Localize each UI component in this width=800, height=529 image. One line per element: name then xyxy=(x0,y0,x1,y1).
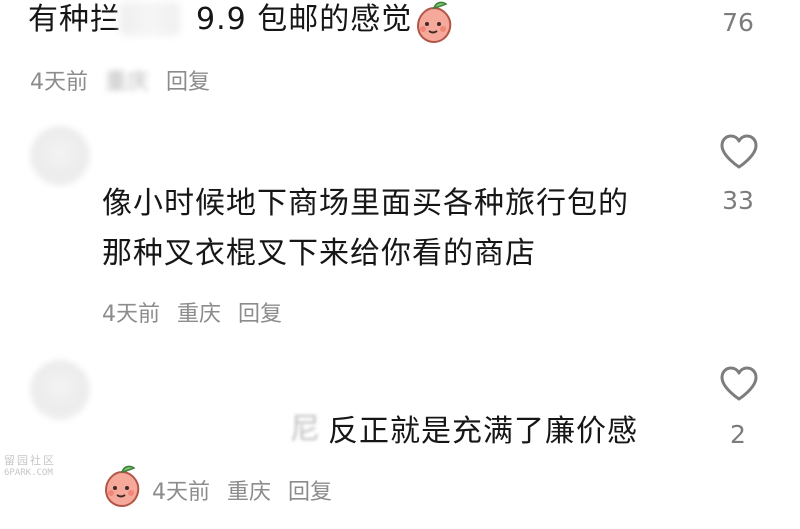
avatar[interactable] xyxy=(30,360,90,420)
comment-time: 4天前 xyxy=(30,70,88,95)
watermark: 留园社区 6PARK.COM xyxy=(4,452,56,478)
comment-3-meta: 4天前 重庆 回复 xyxy=(152,474,342,506)
reply-button[interactable]: 回复 xyxy=(166,70,210,95)
comment-3-text-prefix: 尼 xyxy=(290,412,321,447)
comment-2-text-line1: 像小时候地下商场里面买各种旅行包的 xyxy=(102,186,629,221)
comment-location: 重庆 xyxy=(105,70,150,95)
watermark-line1: 留园社区 xyxy=(4,454,56,467)
heart-icon[interactable] xyxy=(719,366,759,402)
like-count: 33 xyxy=(722,186,754,215)
reply-button[interactable]: 回复 xyxy=(238,302,282,327)
comment-1-meta: 4天前 重庆 回复 xyxy=(30,64,220,96)
comment-time: 4天前 xyxy=(102,302,160,327)
comment-1-text-start: 有种拦 xyxy=(28,2,121,37)
comment-location: 重庆 xyxy=(177,302,222,327)
comment-3-text: 反正就是充满了廉价感 xyxy=(328,414,638,449)
reply-button[interactable]: 回复 xyxy=(288,480,332,505)
peach-face-icon xyxy=(416,1,452,44)
peach-face-icon xyxy=(104,465,140,508)
comment-1-text-end: 9.9 包邮的感觉 xyxy=(196,2,413,37)
heart-icon[interactable] xyxy=(719,134,759,170)
like-count: 76 xyxy=(722,8,754,37)
comment-time: 4天前 xyxy=(152,480,210,505)
avatar[interactable] xyxy=(30,126,90,186)
watermark-line2: 6PARK.COM xyxy=(4,468,53,478)
like-count: 2 xyxy=(730,420,746,449)
redacted-text xyxy=(120,2,180,36)
comment-2-text-line2: 那种叉衣棍叉下来给你看的商店 xyxy=(102,236,536,271)
comment-location: 重庆 xyxy=(227,480,272,505)
comment-2-meta: 4天前 重庆 回复 xyxy=(102,296,292,328)
